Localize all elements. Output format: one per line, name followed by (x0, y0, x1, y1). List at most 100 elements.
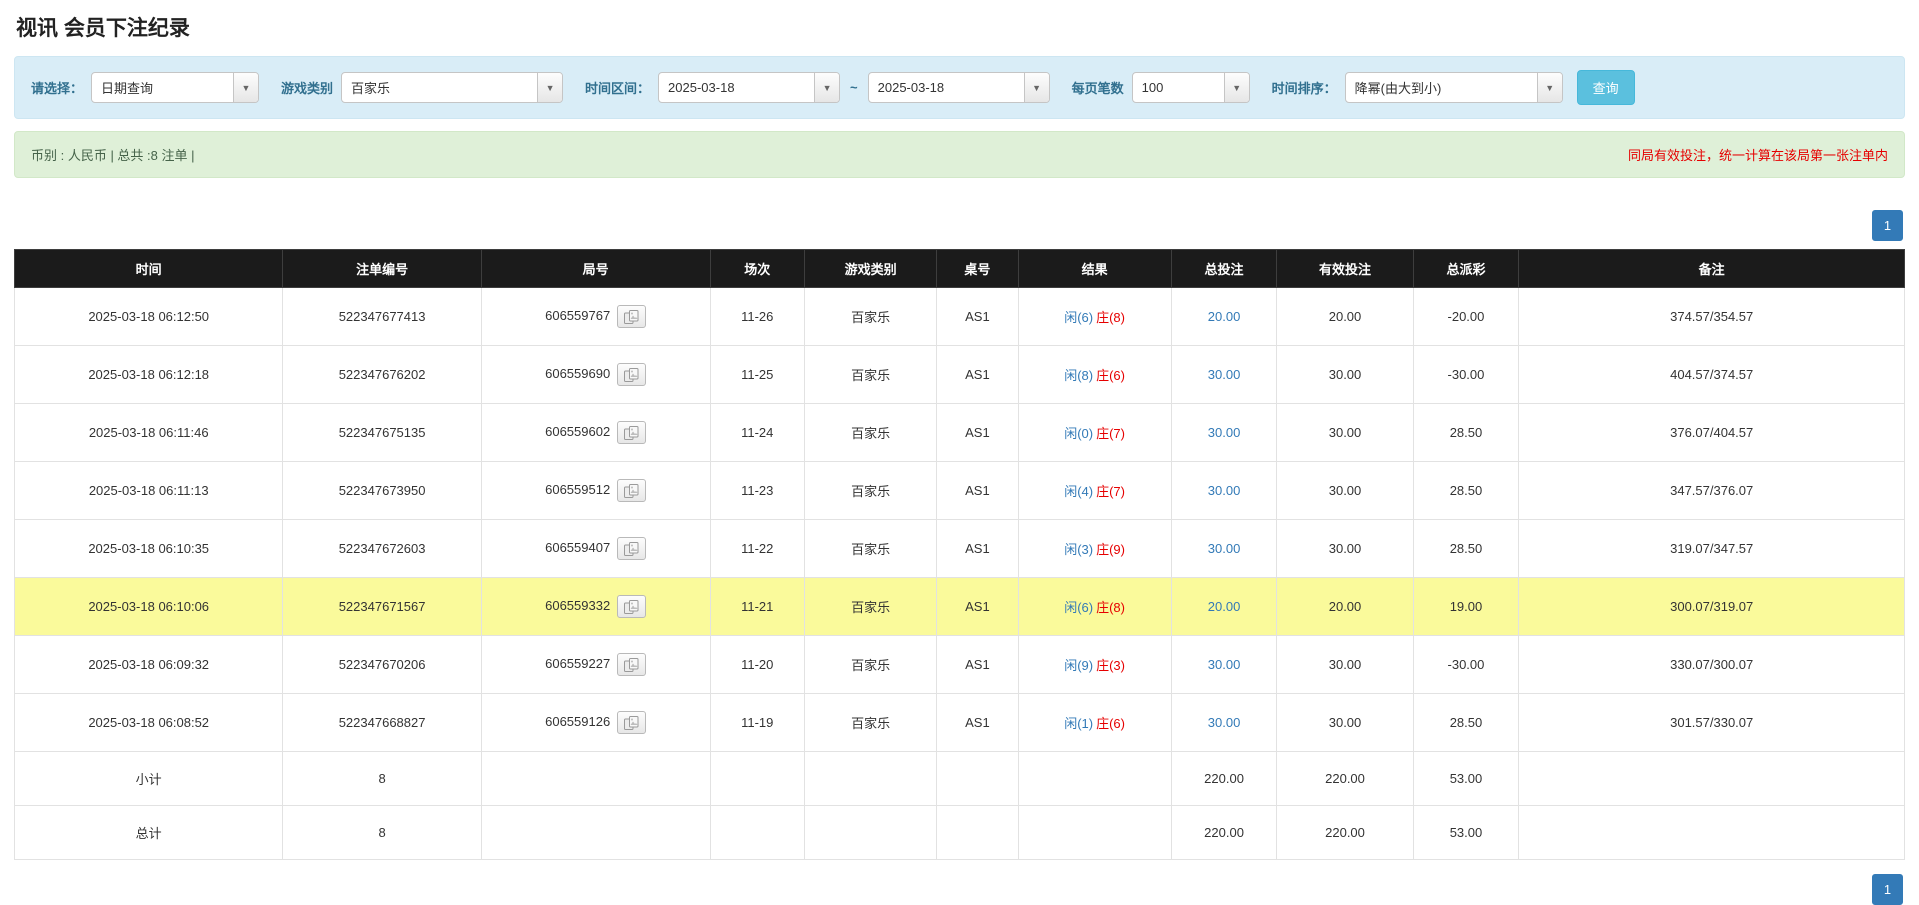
round-id-text: 606559602 (545, 423, 611, 439)
page-size-input[interactable] (1132, 73, 1224, 102)
cell-result: 闲(4) 庄(7) (1017, 461, 1172, 520)
view-cards-button[interactable] (617, 711, 647, 734)
total-bet-link[interactable]: 30.00 (1208, 541, 1241, 556)
view-cards-button[interactable] (617, 363, 647, 386)
time-sort-input[interactable] (1345, 73, 1537, 102)
pagination-top: 1 (14, 210, 1903, 241)
cell-session: 11-21 (709, 577, 805, 636)
cell-total-bet: 30.00 (1170, 345, 1278, 404)
page-1-button-bottom[interactable]: 1 (1872, 874, 1903, 905)
table-row: 2025-03-18 06:12:18 522347676202 6065596… (13, 345, 1905, 404)
cell-payout: 19.00 (1412, 577, 1520, 636)
result-banker: 庄(8) (1096, 310, 1125, 325)
view-cards-button[interactable] (617, 305, 647, 328)
total-bet-link[interactable]: 30.00 (1208, 425, 1241, 440)
query-type-combo[interactable]: ▼ (91, 72, 260, 103)
cell-valid-bet: 30.00 (1276, 403, 1414, 462)
footer-empty-cell (1518, 751, 1905, 806)
total-bet-link[interactable]: 30.00 (1208, 715, 1241, 730)
time-sort-combo[interactable]: ▼ (1344, 72, 1563, 103)
cell-round-id: 606559332 (480, 577, 711, 636)
cell-round-id: 606559512 (480, 461, 711, 520)
total-count: 8 (282, 805, 482, 860)
footer-empty-cell (803, 751, 938, 806)
date-to-picker[interactable]: ▼ (867, 72, 1050, 103)
column-header-round-id: 局号 (480, 249, 711, 288)
cell-round-id: 606559767 (480, 287, 711, 346)
cards-icon (624, 425, 639, 440)
cards-icon (624, 367, 639, 382)
search-button[interactable]: 查询 (1576, 70, 1635, 105)
page-1-button[interactable]: 1 (1872, 210, 1903, 241)
date-from-picker[interactable]: ▼ (658, 72, 841, 103)
page-size-combo[interactable]: ▼ (1131, 72, 1250, 103)
total-bet-link[interactable]: 30.00 (1208, 657, 1241, 672)
total-bet-link[interactable]: 20.00 (1208, 599, 1241, 614)
result-player: 闲(3) (1064, 542, 1094, 557)
result-banker: 庄(6) (1096, 368, 1125, 383)
cell-bet-id: 522347668827 (282, 693, 482, 752)
cell-valid-bet: 30.00 (1276, 635, 1414, 694)
cell-result: 闲(1) 庄(6) (1017, 693, 1172, 752)
cell-time: 2025-03-18 06:11:46 (13, 403, 284, 462)
total-valid-bet: 220.00 (1276, 805, 1414, 860)
column-header-table-no: 桌号 (936, 249, 1019, 288)
cell-table-no: AS1 (936, 287, 1019, 346)
cell-game-type: 百家乐 (803, 345, 938, 404)
page-container: 视讯 会员下注纪录 请选择： ▼ 游戏类别 ▼ 时间区间： ▼ ~ ▼ 每页笔数… (0, 0, 1919, 905)
time-sort-chevron-down-icon[interactable]: ▼ (1536, 73, 1562, 102)
cell-result: 闲(0) 庄(7) (1017, 403, 1172, 462)
cell-time: 2025-03-18 06:10:06 (13, 577, 284, 636)
subtotal-payout: 53.00 (1412, 751, 1520, 806)
game-type-chevron-down-icon[interactable]: ▼ (537, 73, 563, 102)
cell-table-no: AS1 (936, 635, 1019, 694)
cell-table-no: AS1 (936, 577, 1019, 636)
cards-icon (624, 657, 639, 672)
view-cards-button[interactable] (617, 479, 647, 502)
total-bet-link[interactable]: 20.00 (1208, 309, 1241, 324)
column-header-result: 结果 (1017, 249, 1172, 288)
cell-time: 2025-03-18 06:11:13 (13, 461, 284, 520)
cell-bet-id: 522347673950 (282, 461, 482, 520)
cell-result: 闲(3) 庄(9) (1017, 519, 1172, 578)
date-from-chevron-down-icon[interactable]: ▼ (814, 73, 840, 102)
cell-bet-id: 522347676202 (282, 345, 482, 404)
view-cards-button[interactable] (617, 537, 647, 560)
table-row: 2025-03-18 06:10:35 522347672603 6065594… (13, 519, 1905, 578)
date-from-input[interactable] (659, 73, 815, 102)
cell-total-bet: 20.00 (1170, 287, 1278, 346)
filter-bar: 请选择： ▼ 游戏类别 ▼ 时间区间： ▼ ~ ▼ 每页笔数 ▼ 时间排序： ▼ (14, 56, 1905, 119)
total-bet-link[interactable]: 30.00 (1208, 367, 1241, 382)
round-id-text: 606559126 (545, 713, 611, 729)
total-row: 总计 8 220.00 220.00 53.00 (13, 805, 1905, 860)
footer-empty-cell (1017, 805, 1172, 860)
view-cards-button[interactable] (617, 653, 647, 676)
page-size-chevron-down-icon[interactable]: ▼ (1223, 73, 1249, 102)
result-player: 闲(9) (1064, 658, 1094, 673)
time-range-label: 时间区间： (585, 81, 651, 96)
total-bet-link[interactable]: 30.00 (1208, 483, 1241, 498)
cell-payout: 28.50 (1412, 403, 1520, 462)
date-range-separator: ~ (850, 80, 858, 95)
cell-payout: 28.50 (1412, 519, 1520, 578)
cell-game-type: 百家乐 (803, 403, 938, 462)
query-type-input[interactable] (92, 73, 234, 102)
view-cards-button[interactable] (617, 595, 647, 618)
cell-game-type: 百家乐 (803, 461, 938, 520)
game-type-combo[interactable]: ▼ (341, 72, 564, 103)
cell-total-bet: 20.00 (1170, 577, 1278, 636)
cell-bet-id: 522347677413 (282, 287, 482, 346)
view-cards-button[interactable] (617, 421, 647, 444)
date-to-input[interactable] (868, 73, 1024, 102)
cell-note: 319.07/347.57 (1518, 519, 1905, 578)
column-header-valid-bet: 有效投注 (1276, 249, 1414, 288)
footer-empty-cell (936, 751, 1019, 806)
game-type-input[interactable] (342, 73, 538, 102)
total-payout: 53.00 (1412, 805, 1520, 860)
date-to-chevron-down-icon[interactable]: ▼ (1023, 73, 1049, 102)
query-type-chevron-down-icon[interactable]: ▼ (233, 73, 259, 102)
result-banker: 庄(7) (1096, 426, 1125, 441)
cell-bet-id: 522347672603 (282, 519, 482, 578)
result-banker: 庄(3) (1096, 658, 1125, 673)
cell-total-bet: 30.00 (1170, 693, 1278, 752)
